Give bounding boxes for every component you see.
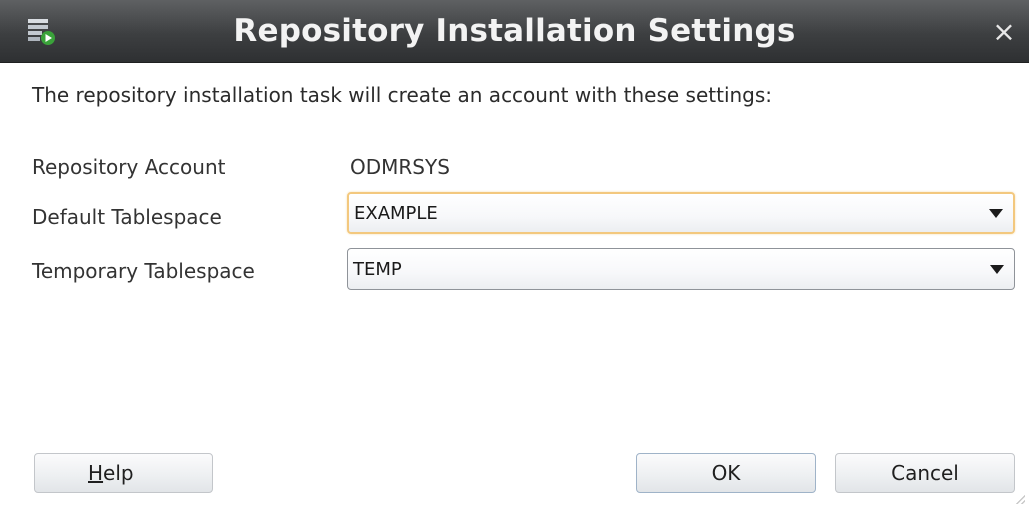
temporary-tablespace-select[interactable]: TEMP xyxy=(347,248,1015,290)
chevron-down-icon xyxy=(990,265,1004,274)
temporary-tablespace-label: Temporary Tablespace xyxy=(32,259,255,283)
title-bar[interactable]: Repository Installation Settings × xyxy=(0,0,1029,63)
default-tablespace-label: Default Tablespace xyxy=(32,205,222,229)
default-tablespace-select[interactable]: EXAMPLE xyxy=(347,192,1015,234)
cancel-button[interactable]: Cancel xyxy=(835,453,1015,493)
close-icon[interactable]: × xyxy=(990,18,1018,46)
help-mnemonic: H xyxy=(88,461,104,485)
dialog-window: Repository Installation Settings × The r… xyxy=(0,0,1029,508)
help-label-rest: elp xyxy=(103,461,134,485)
default-tablespace-value: EXAMPLE xyxy=(354,202,438,224)
repository-account-value: ODMRSYS xyxy=(350,155,450,179)
dialog-body: The repository installation task will cr… xyxy=(0,63,1029,508)
help-button[interactable]: Help xyxy=(34,453,213,493)
dialog-title: Repository Installation Settings xyxy=(233,13,796,49)
intro-text: The repository installation task will cr… xyxy=(32,83,773,107)
resize-grip[interactable] xyxy=(1015,494,1025,504)
temporary-tablespace-value: TEMP xyxy=(353,258,402,280)
repository-account-label: Repository Account xyxy=(32,155,226,179)
ok-button[interactable]: OK xyxy=(636,453,816,493)
chevron-down-icon xyxy=(989,209,1003,218)
